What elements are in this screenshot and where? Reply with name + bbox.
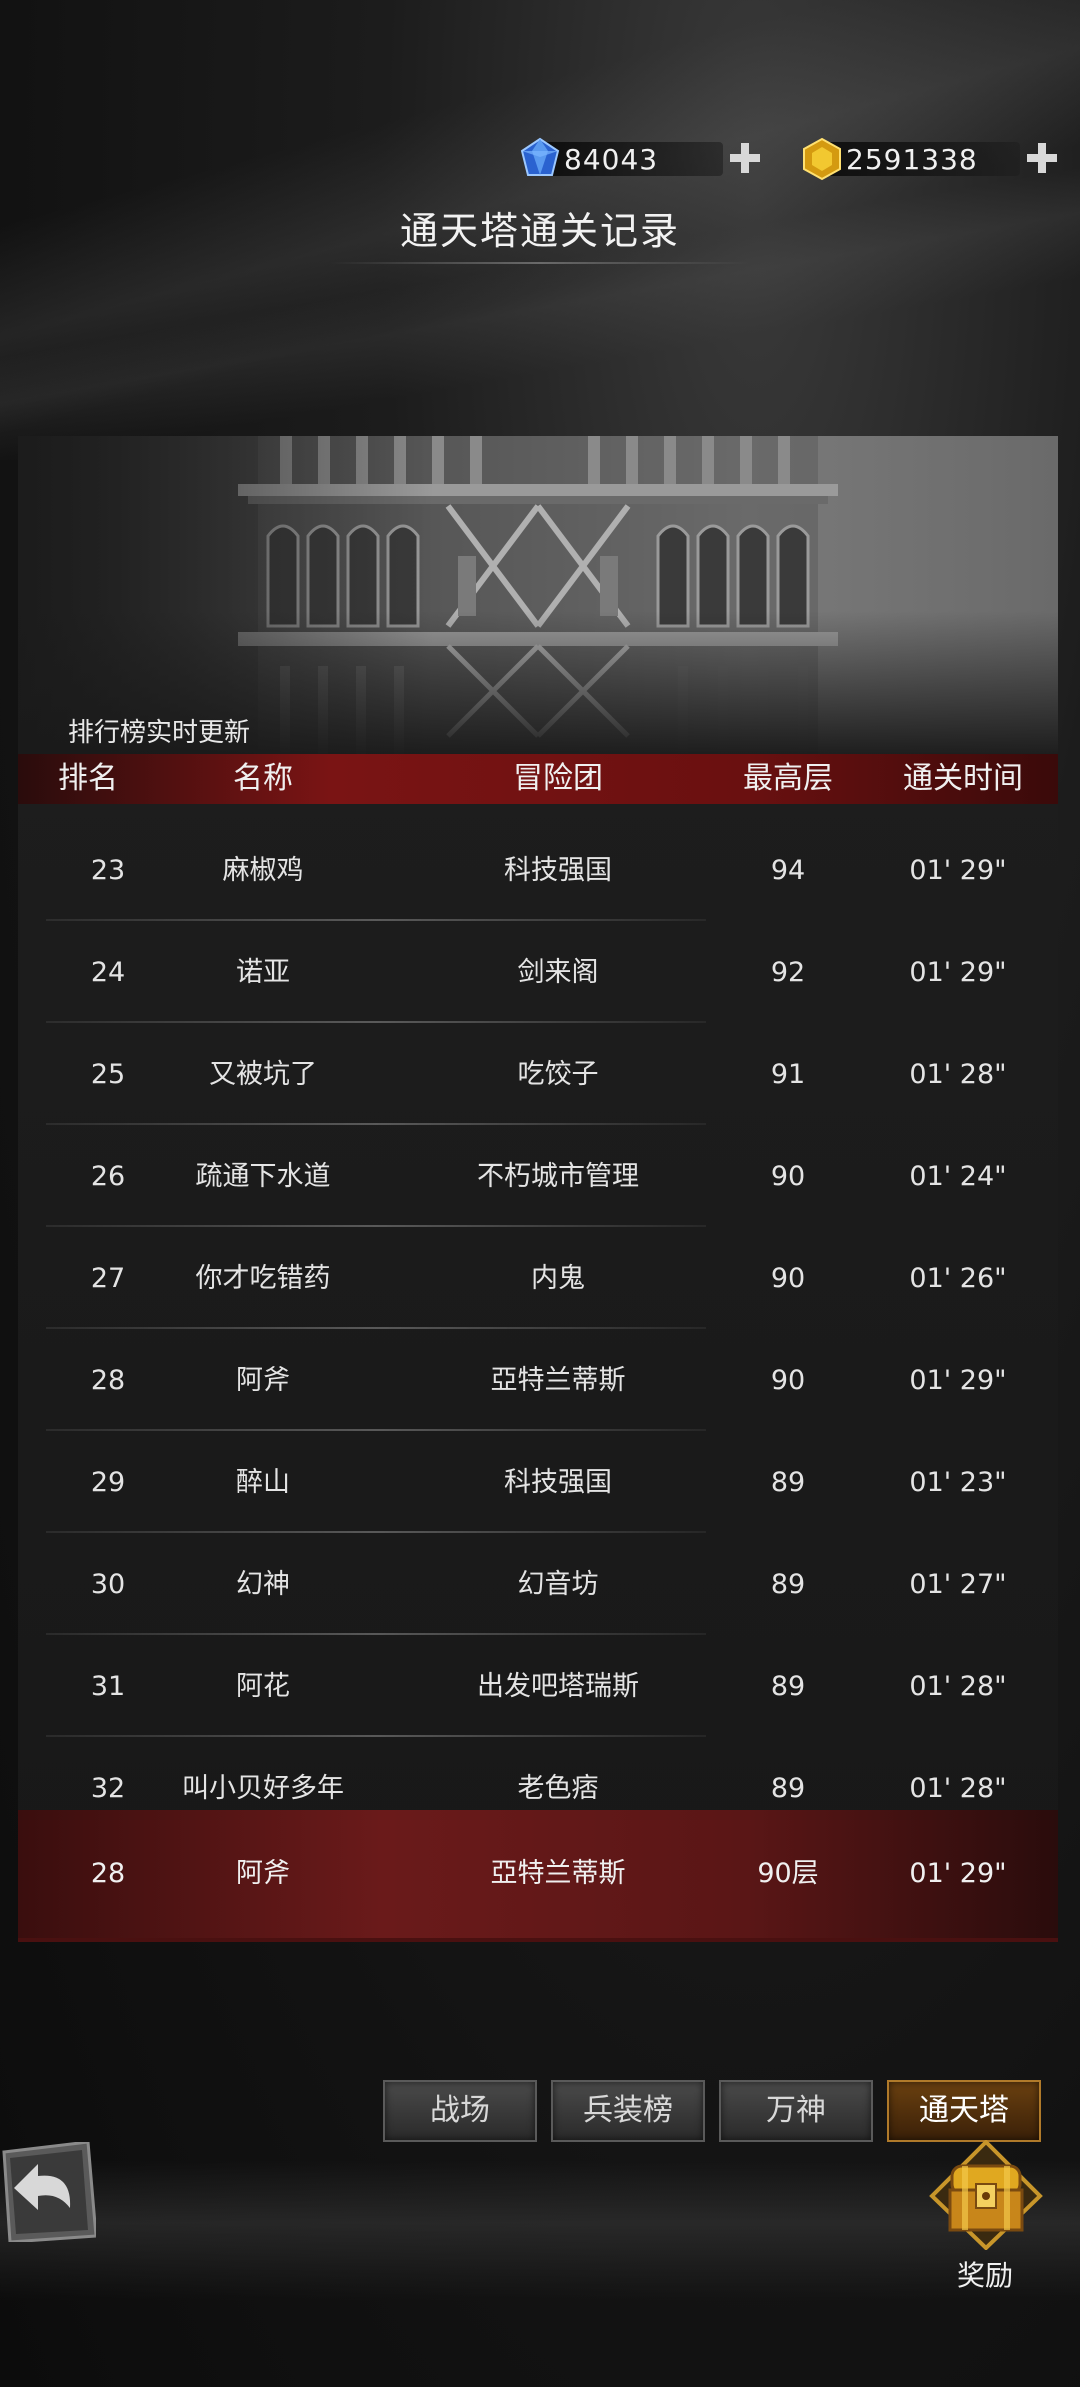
row-rank: 27 xyxy=(90,1263,126,1294)
row-guild: 科技强国 xyxy=(504,855,612,886)
my-rank: 28 xyxy=(90,1858,126,1889)
row-rank: 28 xyxy=(90,1365,126,1396)
row-floor: 89 xyxy=(770,1569,806,1600)
diamond-count: 84043 xyxy=(564,142,659,176)
my-name: 阿斧 xyxy=(236,1858,290,1889)
row-guild: 亞特兰蒂斯 xyxy=(490,1365,626,1396)
header-floor: 最高层 xyxy=(743,761,833,796)
tab-tower[interactable]: 通天塔 xyxy=(887,2080,1041,2142)
row-time: 01' 29" xyxy=(909,957,1007,988)
row-rank: 23 xyxy=(90,855,126,886)
blue-diamond-icon xyxy=(520,137,560,176)
gold-currency: 2591338 xyxy=(800,136,1060,182)
title-divider xyxy=(330,262,750,264)
diamond-currency: 84043 xyxy=(518,136,763,182)
add-gold-button[interactable] xyxy=(1024,140,1060,176)
back-arrow-icon[interactable] xyxy=(0,2142,96,2242)
row-guild: 剑来阁 xyxy=(517,957,599,988)
row-guild: 出发吧塔瑞斯 xyxy=(477,1671,639,1702)
row-floor: 90 xyxy=(770,1263,806,1294)
row-guild: 吃饺子 xyxy=(517,1059,599,1090)
gold-count: 2591338 xyxy=(846,142,978,176)
table-row[interactable]: 23 麻椒鸡 科技强国 94 01' 29" xyxy=(18,820,1058,921)
my-floor: 90层 xyxy=(757,1858,819,1889)
row-time: 01' 26" xyxy=(909,1263,1007,1294)
row-rank: 26 xyxy=(90,1161,126,1192)
row-rank: 30 xyxy=(90,1569,126,1600)
tower-illustration xyxy=(18,436,1058,754)
table-header: 排名 名称 冒险团 最高层 通关时间 xyxy=(18,754,1058,804)
tab-battlefield[interactable]: 战场 xyxy=(383,2080,537,2142)
table-row[interactable]: 27 你才吃错药 内鬼 90 01' 26" xyxy=(18,1228,1058,1329)
header-rank: 排名 xyxy=(58,761,118,796)
row-floor: 90 xyxy=(770,1365,806,1396)
row-time: 01' 28" xyxy=(909,1059,1007,1090)
my-time: 01' 29" xyxy=(909,1858,1007,1889)
row-time: 01' 28" xyxy=(909,1671,1007,1702)
row-guild: 内鬼 xyxy=(531,1263,585,1294)
row-time: 01' 29" xyxy=(909,1365,1007,1396)
reward-label: 奖励 xyxy=(956,2259,1013,2292)
row-time: 01' 29" xyxy=(909,855,1007,886)
table-row[interactable]: 31 阿花 出发吧塔瑞斯 89 01' 28" xyxy=(18,1636,1058,1737)
row-name: 诺亚 xyxy=(236,957,290,988)
tab-pantheon[interactable]: 万神 xyxy=(719,2080,873,2142)
row-time: 01' 23" xyxy=(909,1467,1007,1498)
row-name: 你才吃错药 xyxy=(195,1263,331,1294)
row-rank: 29 xyxy=(90,1467,126,1498)
ranking-table: 排名 名称 冒险团 最高层 通关时间 23 麻椒鸡 科技强国 94 01' 29… xyxy=(18,754,1058,1938)
row-name: 幻神 xyxy=(236,1569,290,1600)
tower-banner xyxy=(18,436,1058,754)
table-row[interactable]: 28 阿斧 亞特兰蒂斯 90 01' 29" xyxy=(18,1330,1058,1431)
row-time: 01' 27" xyxy=(909,1569,1007,1600)
table-row[interactable]: 24 诺亚 剑来阁 92 01' 29" xyxy=(18,922,1058,1023)
header-name: 名称 xyxy=(233,761,293,796)
row-name: 阿斧 xyxy=(236,1365,290,1396)
table-row[interactable]: 26 疏通下水道 不朽城市管理 90 01' 24" xyxy=(18,1126,1058,1227)
tab-equipment-ranking[interactable]: 兵装榜 xyxy=(551,2080,705,2142)
row-name: 阿花 xyxy=(236,1671,290,1702)
table-row[interactable]: 25 又被坑了 吃饺子 91 01' 28" xyxy=(18,1024,1058,1125)
my-rank-row[interactable]: 28 阿斧 亞特兰蒂斯 90层 01' 29" xyxy=(18,1810,1058,1942)
my-guild: 亞特兰蒂斯 xyxy=(490,1858,626,1889)
row-floor: 94 xyxy=(770,855,806,886)
treasure-chest-icon[interactable] xyxy=(928,2140,1044,2250)
table-row[interactable]: 30 幻神 幻音坊 89 01' 27" xyxy=(18,1534,1058,1635)
row-guild: 不朽城市管理 xyxy=(477,1161,639,1192)
row-rank: 25 xyxy=(90,1059,126,1090)
table-row[interactable]: 29 醉山 科技强国 89 01' 23" xyxy=(18,1432,1058,1533)
row-floor: 89 xyxy=(770,1671,806,1702)
row-floor: 92 xyxy=(770,957,806,988)
row-name: 麻椒鸡 xyxy=(222,855,304,886)
page-title: 通天塔通关记录 xyxy=(399,209,680,253)
gold-coin-icon xyxy=(803,137,841,181)
row-time: 01' 24" xyxy=(909,1161,1007,1192)
header-time: 通关时间 xyxy=(903,761,1023,796)
row-floor: 90 xyxy=(770,1161,806,1192)
header-guild: 冒险团 xyxy=(513,761,603,796)
row-floor: 91 xyxy=(770,1059,806,1090)
row-rank: 31 xyxy=(90,1671,126,1702)
row-floor: 89 xyxy=(770,1467,806,1498)
ranking-update-note: 排行榜实时更新 xyxy=(68,718,251,748)
row-rank: 24 xyxy=(90,957,126,988)
row-guild: 科技强国 xyxy=(504,1467,612,1498)
add-diamond-button[interactable] xyxy=(727,140,763,176)
bottom-smoke xyxy=(0,2160,1080,2300)
row-name: 醉山 xyxy=(236,1467,290,1498)
row-name: 疏通下水道 xyxy=(195,1161,331,1192)
row-name: 又被坑了 xyxy=(209,1059,317,1090)
row-guild: 幻音坊 xyxy=(517,1569,599,1600)
